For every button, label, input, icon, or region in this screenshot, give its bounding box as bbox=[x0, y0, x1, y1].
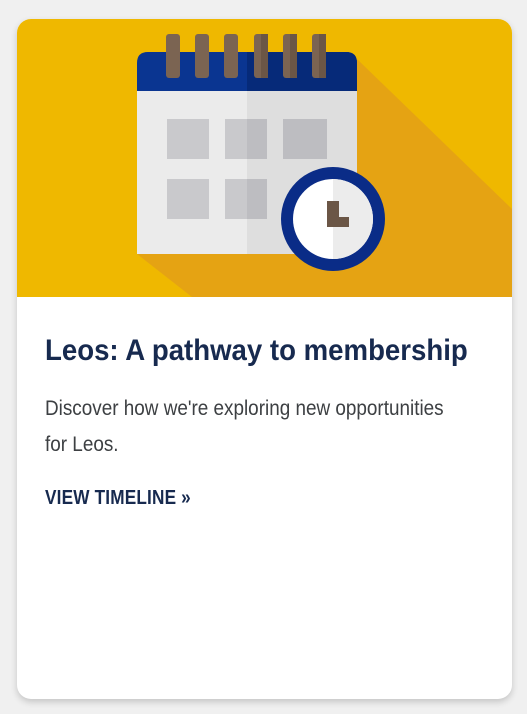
card-content: Leos: A pathway to membership Discover h… bbox=[17, 297, 512, 510]
card-description: Discover how we're exploring new opportu… bbox=[45, 397, 444, 456]
view-timeline-link[interactable]: VIEW TIMELINE » bbox=[45, 487, 191, 510]
leos-pathway-card[interactable]: Leos: A pathway to membership Discover h… bbox=[17, 19, 512, 699]
page-background: Leos: A pathway to membership Discover h… bbox=[0, 0, 527, 714]
calendar-with-clock-icon bbox=[17, 19, 512, 297]
card-title[interactable]: Leos: A pathway to membership bbox=[45, 331, 477, 371]
hero-banner bbox=[17, 19, 512, 297]
